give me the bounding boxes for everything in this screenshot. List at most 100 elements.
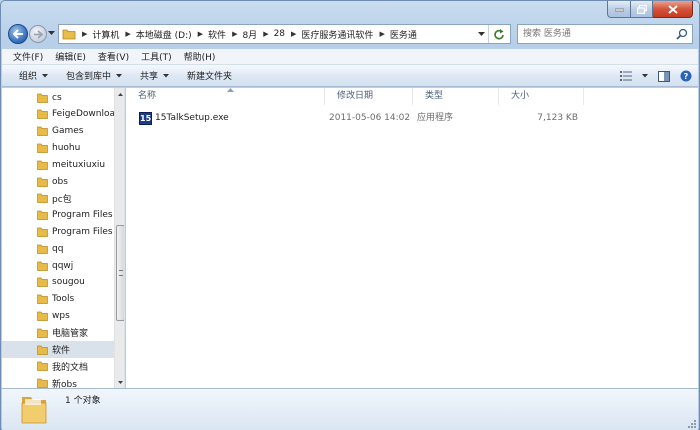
menu-file[interactable]: 文件(F)	[2, 50, 49, 63]
chevron-down-icon	[42, 73, 49, 77]
folder-icon	[62, 29, 76, 40]
navigation-pane: 新obs 我的文档 软件 电脑管家 wps Tools sougou qqwj qq Progra…	[2, 88, 125, 388]
breadcrumb-software[interactable]: 软件	[208, 28, 226, 41]
include-library-label: 包含到库中	[66, 72, 112, 82]
sidebar-item-folder[interactable]: Games	[2, 123, 114, 140]
sidebar-item-folder[interactable]: 软件	[2, 341, 114, 358]
sidebar-item-label: 软件	[52, 346, 71, 356]
file-name: 15TalkSetup.exe	[155, 113, 229, 123]
include-in-library-button[interactable]: 包含到库中	[57, 65, 131, 86]
folder-icon	[37, 93, 48, 103]
sidebar-item-folder[interactable]: Program Files	[2, 207, 114, 224]
sidebar-item-folder[interactable]: qqwj	[2, 257, 114, 274]
folder-icon	[37, 345, 48, 355]
column-header-type[interactable]: 类型	[413, 88, 499, 105]
view-options-icon[interactable]	[620, 71, 632, 81]
sidebar-item-label: huohu	[52, 142, 81, 153]
resize-grip-icon[interactable]	[687, 419, 696, 428]
column-header-modified[interactable]: 修改日期	[325, 88, 413, 105]
close-button[interactable]	[653, 1, 693, 18]
caption-buttons	[607, 1, 693, 19]
back-button[interactable]	[8, 24, 28, 44]
table-row[interactable]: 15 15TalkSetup.exe 2011-05-06 14:02 应用程序…	[136, 110, 686, 127]
folder-icon	[37, 126, 48, 136]
folder-icon	[37, 261, 48, 271]
breadcrumb-computer[interactable]: 计算机	[92, 28, 119, 41]
breadcrumb-separator-icon[interactable]: ▶	[192, 30, 208, 38]
menu-edit[interactable]: 编辑(E)	[49, 50, 92, 63]
sidebar-item-folder[interactable]: wps	[2, 307, 114, 324]
address-bar[interactable]: ▶ 计算机 ▶ 本地磁盘 (D:) ▶ 软件 ▶ 8月 ▶ 28 ▶ 医疗服务通…	[58, 24, 511, 44]
column-header-name[interactable]: 名称	[126, 88, 325, 105]
arrow-right-icon	[34, 29, 43, 39]
sidebar-item-folder[interactable]: meituxiuxiu	[2, 156, 114, 173]
organize-button[interactable]: 组织	[2, 65, 57, 86]
recent-pages-dropdown-icon[interactable]	[48, 31, 55, 36]
organize-label: 组织	[19, 72, 38, 82]
breadcrumb-separator-icon[interactable]: ▶	[76, 30, 92, 38]
refresh-button[interactable]	[488, 25, 508, 43]
sidebar-item-folder[interactable]: cs	[2, 89, 114, 106]
column-type-label: 类型	[425, 91, 444, 101]
explorer-window: ▶ 计算机 ▶ 本地磁盘 (D:) ▶ 软件 ▶ 8月 ▶ 28 ▶ 医疗服务通…	[0, 0, 700, 430]
folder-icon	[37, 177, 48, 187]
breadcrumb-separator-icon[interactable]: ▶	[373, 30, 389, 38]
menu-view[interactable]: 查看(V)	[92, 50, 135, 63]
breadcrumb-28[interactable]: 28	[274, 29, 285, 39]
share-button[interactable]: 共享	[131, 65, 178, 86]
minimize-icon	[614, 8, 624, 12]
scrollbar-thumb[interactable]	[116, 225, 124, 321]
column-header-size[interactable]: 大小	[499, 88, 584, 105]
breadcrumb-separator-icon[interactable]: ▶	[257, 30, 273, 38]
breadcrumb-separator-icon[interactable]: ▶	[285, 30, 301, 38]
sidebar-item-folder[interactable]: FeigeDownloa	[2, 106, 114, 123]
minimize-button[interactable]	[607, 1, 631, 18]
help-icon[interactable]: ?	[680, 70, 692, 82]
large-folder-icon	[21, 397, 47, 424]
menu-help[interactable]: 帮助(H)	[178, 50, 222, 63]
file-type: 应用程序	[417, 113, 454, 123]
breadcrumb-august[interactable]: 8月	[242, 28, 257, 41]
search-icon[interactable]	[676, 28, 688, 40]
chevron-down-icon	[116, 73, 123, 77]
sidebar-item-folder[interactable]: huohu	[2, 139, 114, 156]
folder-icon	[37, 109, 48, 120]
sidebar-item-folder[interactable]: 我的文档	[2, 358, 114, 375]
sidebar-item-folder[interactable]: Tools	[2, 291, 114, 308]
column-modified-label: 修改日期	[337, 91, 374, 101]
sidebar-item-folder[interactable]: 电脑管家	[2, 324, 114, 341]
arrow-up-icon	[118, 92, 123, 96]
forward-button[interactable]	[29, 25, 47, 43]
chevron-down-icon	[163, 73, 170, 77]
item-count: 1 个对象	[65, 396, 101, 406]
breadcrumb-separator-icon[interactable]: ▶	[226, 30, 242, 38]
command-bar: 组织 包含到库中 共享 新建文件夹 ?	[2, 65, 698, 87]
sidebar-item-folder[interactable]: Program Files	[2, 223, 114, 240]
chevron-down-icon[interactable]	[642, 74, 648, 78]
menu-tools[interactable]: 工具(T)	[135, 50, 178, 63]
scroll-down-button[interactable]	[115, 376, 124, 388]
column-headers: 名称 修改日期 类型 大小	[126, 88, 698, 105]
address-dropdown-button[interactable]	[475, 25, 487, 43]
sidebar-item-label: qqwj	[52, 260, 74, 271]
navigation-scrollbar[interactable]	[114, 88, 124, 388]
sidebar-item-label: pc包	[52, 194, 72, 205]
scroll-up-button[interactable]	[115, 88, 124, 100]
sidebar-item-folder[interactable]: sougou	[2, 274, 114, 291]
sidebar-item-folder[interactable]: obs	[2, 173, 114, 190]
maximize-button[interactable]	[631, 1, 653, 18]
new-folder-button[interactable]: 新建文件夹	[178, 65, 241, 86]
folder-icon	[37, 277, 48, 288]
folder-icon	[37, 244, 48, 254]
breadcrumb-separator-icon[interactable]: ▶	[119, 30, 135, 38]
sidebar-item-folder[interactable]: 新obs	[2, 375, 114, 388]
search-input[interactable]	[518, 25, 668, 43]
file-modified: 2011-05-06 14:02	[329, 113, 411, 123]
breadcrumb-current[interactable]: 医务通	[390, 28, 417, 41]
sidebar-item-folder[interactable]: qq	[2, 240, 114, 257]
breadcrumb-medical-comm[interactable]: 医疗服务通讯软件	[301, 28, 373, 41]
menu-bar: 文件(F) 编辑(E) 查看(V) 工具(T) 帮助(H)	[2, 49, 698, 65]
sidebar-item-folder[interactable]: pc包	[2, 190, 114, 207]
preview-pane-icon[interactable]	[658, 70, 670, 82]
breadcrumb-drive-d[interactable]: 本地磁盘 (D:)	[136, 28, 192, 41]
